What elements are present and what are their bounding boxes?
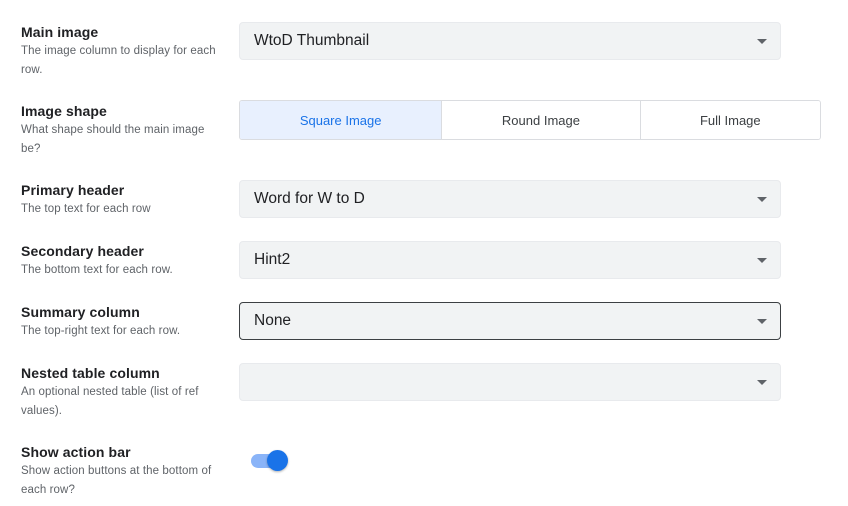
chevron-down-icon [757, 319, 767, 324]
setting-title: Image shape [21, 103, 107, 119]
setting-description: Show action buttons at the bottom of eac… [21, 465, 212, 496]
setting-description: The image column to display for each row… [21, 45, 216, 76]
nested-table-column-select[interactable] [239, 363, 781, 401]
toggle-knob [267, 450, 288, 471]
setting-description: The top text for each row [21, 203, 151, 215]
chevron-down-icon [757, 380, 767, 385]
show-action-bar-toggle[interactable] [251, 450, 289, 472]
main-image-select[interactable]: WtoD Thumbnail [239, 22, 781, 60]
square-image-option[interactable]: Square Image [240, 101, 442, 139]
primary-header-select[interactable]: Word for W to D [239, 180, 781, 218]
chevron-down-icon [757, 258, 767, 263]
setting-label-block: Show action bar Show action buttons at t… [21, 443, 226, 500]
setting-label-block: Summary column The top-right text for ea… [21, 303, 226, 341]
setting-description: The top-right text for each row. [21, 325, 181, 337]
setting-title: Show action bar [21, 444, 131, 460]
setting-label-block: Nested table column An optional nested t… [21, 364, 226, 421]
chevron-down-icon [757, 197, 767, 202]
setting-title: Summary column [21, 304, 140, 320]
setting-description: The bottom text for each row. [21, 264, 173, 276]
setting-description: An optional nested table (list of ref va… [21, 386, 199, 417]
summary-column-select[interactable]: None [239, 302, 781, 340]
setting-title: Primary header [21, 182, 125, 198]
image-shape-segmented-control: Square Image Round Image Full Image [239, 100, 821, 140]
round-image-option[interactable]: Round Image [441, 101, 640, 139]
setting-title: Nested table column [21, 365, 160, 381]
select-value: Hint2 [254, 251, 291, 268]
full-image-option[interactable]: Full Image [639, 101, 820, 139]
select-value: WtoD Thumbnail [254, 32, 370, 49]
chevron-down-icon [757, 39, 767, 44]
setting-description: What shape should the main image be? [21, 124, 205, 155]
select-value: None [254, 312, 292, 329]
setting-label-block: Image shape What shape should the main i… [21, 102, 226, 159]
setting-label-block: Main image The image column to display f… [21, 23, 226, 80]
select-value: Word for W to D [254, 190, 365, 207]
setting-title: Secondary header [21, 243, 144, 259]
setting-title: Main image [21, 24, 99, 40]
setting-label-block: Secondary header The bottom text for eac… [21, 242, 226, 280]
secondary-header-select[interactable]: Hint2 [239, 241, 781, 279]
setting-label-block: Primary header The top text for each row [21, 181, 226, 219]
